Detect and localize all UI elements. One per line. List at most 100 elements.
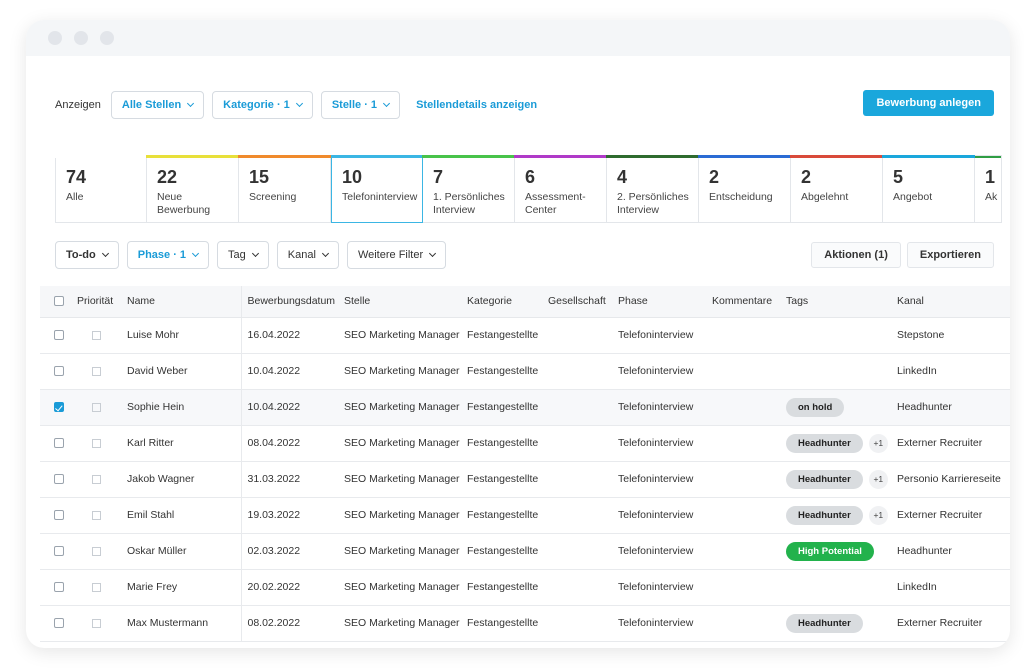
row-checkbox[interactable] [53,546,64,557]
col-channel[interactable]: Kanal [897,286,1010,318]
row-checkbox[interactable] [53,474,64,485]
category-dropdown[interactable]: Kategorie · 1 [212,91,313,119]
stage-count: 2 [801,167,812,187]
phase-dropdown[interactable]: Phase · 1 [126,241,210,269]
category-cell: Festangestellte [467,317,548,354]
tag-dropdown[interactable]: Tag [217,241,269,269]
table-row[interactable]: Max Mustermann 08.02.2022 SEO Marketing Ma… [40,605,1010,642]
col-name[interactable]: Name [127,286,242,318]
name-cell[interactable]: Karl Ritter [127,425,242,462]
flag-icon[interactable] [92,330,101,340]
name-cell[interactable]: Marie Frey [127,569,242,606]
flag-icon[interactable] [92,546,101,556]
table-row[interactable]: Jakob Wagner 31.03.2022 SEO Marketing Mana… [40,461,1010,498]
stage-10[interactable]: 1 Ak [975,155,1002,223]
col-comments[interactable]: Kommentare [712,286,786,318]
name-cell[interactable]: Oskar Müller [127,533,242,570]
flag-icon[interactable] [92,510,101,520]
row-checkbox[interactable] [53,438,64,449]
todo-dropdown[interactable]: To-do [55,241,119,269]
flag-icon[interactable] [92,582,101,592]
position-cell: SEO Marketing Manager [344,389,467,426]
more-tags-badge[interactable]: +1 [868,505,888,525]
date-cell: 02.03.2022 [241,533,344,570]
tag-badge[interactable]: High Potential [786,541,874,561]
table-row[interactable]: Karl Ritter 08.04.2022 SEO Marketing Manag… [40,425,1010,462]
flag-icon[interactable] [92,366,101,376]
stage-7[interactable]: 2 Entscheidung [698,155,791,223]
comments-cell [712,605,786,642]
row-checkbox[interactable] [53,330,64,341]
tags-cell [786,569,897,606]
more-tags-badge[interactable]: +1 [868,433,888,453]
row-select-cell [40,317,77,354]
stage-label: Assessment-Center [525,191,586,216]
table-row[interactable]: Luise Mohr 16.04.2022 SEO Marketing Manage… [40,317,1010,354]
stage-label: Abgelehnt [801,191,849,203]
table-header-row: Priorität Name Bewerbungsdatum Stelle Ka… [40,286,1010,318]
stage-0[interactable]: 74 Alle [55,155,147,223]
table-row[interactable]: Oskar Müller 02.03.2022 SEO Marketing Mana… [40,533,1010,570]
job-details-link[interactable]: Stellendetails anzeigen [416,99,537,111]
flag-icon[interactable] [92,438,101,448]
flag-icon[interactable] [92,474,101,484]
col-company[interactable]: Gesellschaft [548,286,618,318]
tags-cell: on hold [786,389,897,426]
chevron-down-icon [101,249,109,258]
stage-9[interactable]: 5 Angebot [882,155,975,223]
flag-icon[interactable] [92,402,101,412]
table-row[interactable]: Emil Stahl 19.03.2022 SEO Marketing Manage… [40,497,1010,534]
row-checkbox[interactable] [53,582,64,593]
stage-3[interactable]: 10 Telefoninterview [331,155,423,223]
stage-6[interactable]: 4 2. Persönliches Interview [606,155,699,223]
stage-8[interactable]: 2 Abgelehnt [790,155,883,223]
tag-badge[interactable]: Headhunter [786,433,863,453]
col-tags[interactable]: Tags [786,286,897,318]
create-application-button[interactable]: Bewerbung anlegen [863,90,994,116]
stage-1[interactable]: 22 Neue Bewerbung [146,155,239,223]
table-row[interactable]: Marie Frey 20.02.2022 SEO Marketing Manage… [40,569,1010,606]
col-priority[interactable]: Priorität [77,286,127,318]
row-checkbox[interactable] [53,618,64,629]
name-cell[interactable]: Emil Stahl [127,497,242,534]
stage-color-bar [331,155,423,158]
stage-5[interactable]: 6 Assessment-Center [514,155,607,223]
window-dot-icon[interactable] [74,31,88,45]
jobs-dropdown[interactable]: Alle Stellen [110,91,205,119]
tag-badge[interactable]: Headhunter [786,613,863,633]
select-all-checkbox[interactable] [53,296,64,307]
row-checkbox[interactable] [53,402,64,413]
name-cell[interactable]: Luise Mohr [127,317,242,354]
name-cell[interactable]: Sophie Hein [127,389,242,426]
export-button[interactable]: Exportieren [906,242,994,268]
row-checkbox[interactable] [53,366,64,377]
name-cell[interactable]: Max Mustermann [127,605,242,642]
company-cell [548,497,618,534]
chevron-down-icon [429,249,437,258]
stage-count: 22 [157,167,178,187]
tag-badge[interactable]: Headhunter [786,469,863,489]
table-row[interactable]: Sophie Hein 10.04.2022 SEO Marketing Manag… [40,389,1010,426]
col-category[interactable]: Kategorie [467,286,548,318]
channel-dropdown[interactable]: Kanal [276,241,339,269]
name-cell[interactable]: David Weber [127,353,242,390]
tag-badge[interactable]: Headhunter [786,505,863,525]
window-dot-icon[interactable] [100,31,114,45]
tag-badge[interactable]: on hold [786,397,845,417]
tag-dropdown-label: Tag [228,249,246,261]
name-cell[interactable]: Jakob Wagner [127,461,242,498]
actions-button[interactable]: Aktionen (1) [811,242,901,268]
more-tags-badge[interactable]: +1 [868,469,888,489]
col-phase[interactable]: Phase [618,286,712,318]
more-filters-dropdown[interactable]: Weitere Filter [346,241,447,269]
position-dropdown[interactable]: Stelle · 1 [320,91,401,119]
stage-2[interactable]: 15 Screening [238,155,331,223]
col-date[interactable]: Bewerbungsdatum [241,286,344,318]
flag-icon[interactable] [92,618,101,628]
stage-4[interactable]: 7 1. Persönliches Interview [422,155,515,223]
window-dot-icon[interactable] [48,31,62,45]
tags-cell: Headhunter +1 [786,425,897,462]
table-row[interactable]: David Weber 10.04.2022 SEO Marketing Manag… [40,353,1010,390]
col-position[interactable]: Stelle [344,286,467,318]
row-checkbox[interactable] [53,510,64,521]
